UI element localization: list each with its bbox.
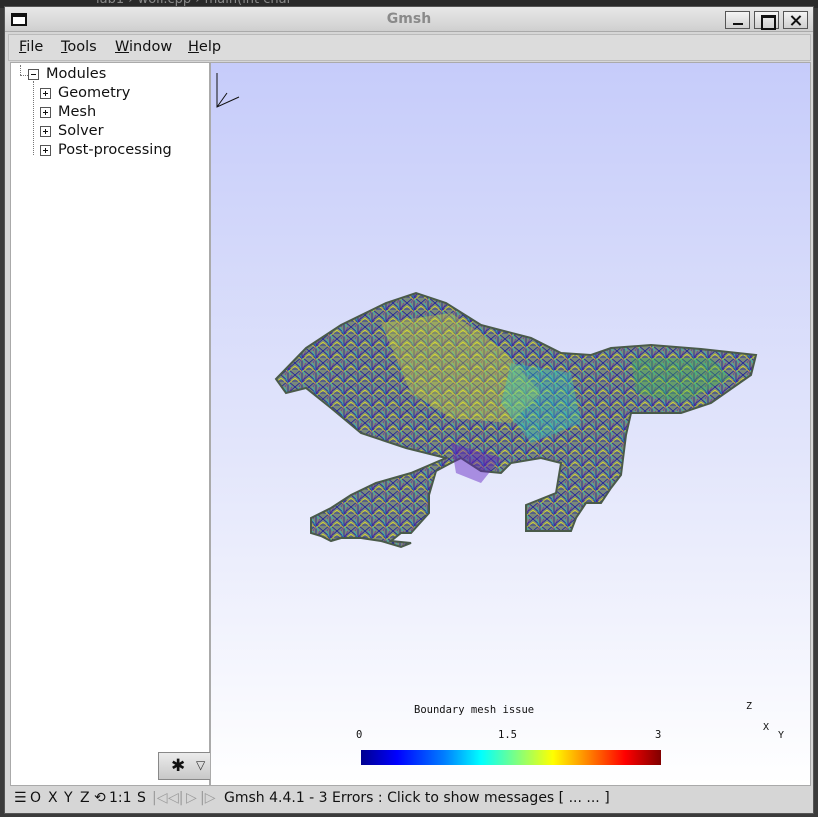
module-tree: Modules Geometry Mesh Solver Post-proces… [11, 63, 209, 183]
gmsh-window: Gmsh File Tools Window Help Modules Geom… [4, 6, 814, 814]
scale-1-1-button[interactable]: 1:1 [109, 790, 132, 806]
tree-connector [33, 81, 34, 155]
previous-step-icon[interactable]: ◁| [168, 790, 183, 806]
tree-item-label: Mesh [58, 104, 97, 120]
menu-window[interactable]: Window [115, 39, 172, 55]
expand-icon[interactable] [40, 126, 51, 137]
last-step-icon[interactable]: |▷ [200, 790, 215, 806]
status-message[interactable]: Gmsh 4.4.1 - 3 Errors : Click to show me… [224, 790, 610, 806]
view-y-button[interactable]: Y [64, 790, 73, 806]
tree-item-label: Modules [46, 66, 107, 82]
view-x-button[interactable]: X [48, 790, 58, 806]
dropdown-arrow-icon: ▽ [196, 758, 206, 772]
tree-connector [20, 75, 28, 76]
first-step-icon[interactable]: |◁ [152, 790, 167, 806]
axes-triad [216, 73, 240, 108]
axis-z-label: Z [746, 701, 753, 712]
gear-icon: ✱ [171, 756, 186, 776]
tree-item-label: Geometry [58, 85, 131, 101]
status-bar: ☰ O X Y Z ⟲ 1:1 S |◁ ◁| ▷ |▷ Gmsh 4.4.1 … [8, 787, 811, 811]
view-origin-button[interactable]: O [30, 790, 41, 806]
hamburger-icon[interactable]: ☰ [14, 790, 27, 806]
expand-icon[interactable] [40, 88, 51, 99]
snapshot-button[interactable]: S [137, 790, 146, 806]
tree-item-label: Solver [58, 123, 104, 139]
maximize-button[interactable] [754, 11, 779, 30]
axis-y-label: Y [778, 730, 785, 741]
menu-file[interactable]: File [19, 39, 43, 55]
legend-title: Boundary mesh issue [414, 704, 535, 716]
axis-x-label: X [763, 722, 770, 733]
mesh-model [274, 291, 758, 549]
menu-tools[interactable]: Tools [61, 39, 97, 55]
colorbar-tick-mid: 1.5 [498, 729, 517, 741]
close-button[interactable] [783, 11, 808, 29]
colorbar [361, 750, 661, 765]
rotate-icon[interactable]: ⟲ [94, 790, 106, 806]
options-menu-button[interactable]: ✱ ▽ [158, 752, 211, 780]
title-bar[interactable]: Gmsh [5, 7, 813, 32]
window-title: Gmsh [386, 11, 432, 27]
tree-item-label: Post-processing [58, 142, 172, 158]
minimize-button[interactable] [725, 11, 750, 29]
menu-bar: File Tools Window Help [8, 34, 811, 61]
expand-icon[interactable] [40, 145, 51, 156]
colorbar-tick-min: 0 [356, 729, 363, 741]
play-icon[interactable]: ▷ [186, 790, 197, 806]
colorbar-tick-max: 3 [655, 729, 662, 741]
expand-icon[interactable] [40, 107, 51, 118]
view-z-button[interactable]: Z [80, 790, 90, 806]
module-tree-panel: Modules Geometry Mesh Solver Post-proces… [10, 62, 211, 786]
collapse-icon[interactable] [28, 69, 39, 80]
menu-help[interactable]: Help [188, 39, 221, 55]
graphics-viewport[interactable]: Boundary mesh issue 0 1.5 3 Z X Y [210, 62, 811, 786]
tree-connector [20, 65, 21, 75]
